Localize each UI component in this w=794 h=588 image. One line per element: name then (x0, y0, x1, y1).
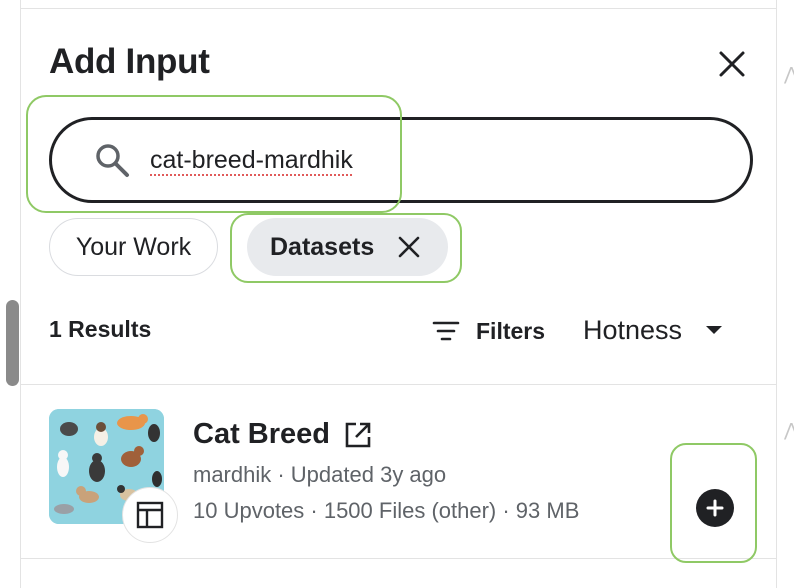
dataset-meta: mardhik · Updated 3y ago (193, 462, 447, 487)
external-link-icon[interactable] (343, 420, 373, 450)
add-icon (706, 499, 724, 517)
filters-button[interactable]: Filters (432, 313, 545, 349)
dataset-title[interactable]: Cat Breed (193, 418, 330, 451)
filters-label: Filters (476, 317, 546, 344)
dataset-type-badge (122, 487, 178, 543)
sort-select[interactable]: Hotness (583, 311, 723, 349)
close-button[interactable] (712, 44, 752, 84)
top-divider (20, 8, 776, 9)
edge-glyph: ⋀ (784, 64, 794, 84)
chip-label: Your Work (75, 232, 192, 261)
left-divider (20, 0, 21, 588)
close-icon (719, 51, 745, 77)
filter-chip-datasets[interactable]: Datasets (247, 218, 448, 276)
add-dataset-button[interactable] (696, 489, 734, 527)
close-icon[interactable] (395, 233, 423, 261)
right-divider (776, 0, 777, 588)
caret-down-icon (706, 326, 723, 334)
filter-chip-your-work[interactable]: Your Work (49, 218, 218, 276)
chip-label: Datasets (270, 232, 375, 261)
search-input-value[interactable]: cat-breed-mardhik (150, 146, 353, 175)
divider (20, 558, 776, 559)
table-icon (136, 501, 164, 529)
dataset-stats: 10 Upvotes · 1500 Files (other) · 93 MB (193, 498, 580, 523)
scrollbar-thumb[interactable] (6, 300, 19, 386)
divider (20, 384, 776, 385)
filter-icon (432, 321, 460, 341)
sort-label: Hotness (583, 314, 683, 345)
edge-glyph: ⋀ (784, 420, 794, 440)
search-icon (96, 144, 129, 177)
results-count: 1 Results (49, 316, 152, 342)
page-title: Add Input (49, 42, 210, 81)
